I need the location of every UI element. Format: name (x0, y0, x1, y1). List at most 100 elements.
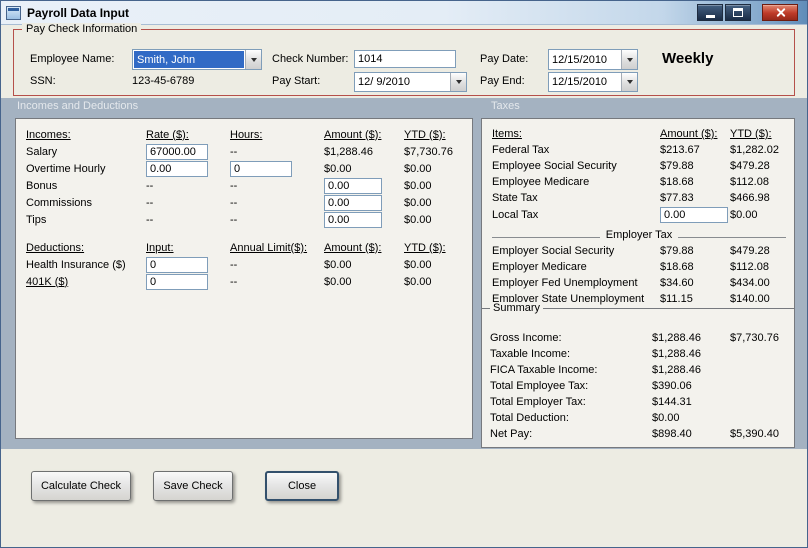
ytd-value: $0.00 (730, 209, 758, 221)
rate-value: -- (146, 179, 154, 192)
maximize-icon (733, 8, 743, 17)
minimize-button[interactable] (697, 4, 723, 21)
ytd-value: $466.98 (730, 192, 770, 204)
pay-date-label: Pay Date: (480, 53, 529, 65)
income-label: Tips (26, 213, 47, 226)
income-label: Commissions (26, 196, 93, 209)
limit-value: -- (230, 258, 238, 271)
limit-value: -- (230, 275, 238, 288)
ytd-value: $0.00 (404, 162, 432, 175)
bonus-amount-input[interactable] (324, 177, 382, 194)
income-label: Overtime Hourly (26, 162, 106, 175)
pay-end-picker[interactable]: 12/15/2010 (548, 72, 638, 92)
local-tax-input[interactable] (660, 207, 728, 223)
deduction-label: Health Insurance ($) (26, 258, 126, 271)
employee-name-value: Smith, John (134, 51, 244, 68)
input-col-header: Input: (146, 241, 174, 254)
employer-tax-label: Employer Tax (599, 229, 679, 241)
paycheck-info-group: Pay Check Information Employee Name: Smi… (13, 23, 795, 96)
hours-col-header: Hours: (230, 128, 263, 141)
overtime-hours-input[interactable] (230, 160, 292, 177)
summary-label-text: Taxable Income: (490, 348, 571, 360)
commissions-amount-input[interactable] (324, 194, 382, 211)
summary-label-text: Total Employee Tax: (490, 380, 589, 392)
tips-amount-input[interactable] (324, 211, 382, 228)
employee-name-combobox[interactable]: Smith, John (132, 49, 262, 70)
ytd-col-header: YTD ($): (404, 241, 446, 254)
save-check-button[interactable]: Save Check (153, 471, 233, 501)
close-form-button[interactable]: Close (265, 471, 339, 501)
tax-label: Employer Social Security (492, 245, 615, 257)
ytd-col-header: YTD ($): (730, 128, 772, 140)
tax-row-employee-medicare: Employee Medicare $18.68 $112.08 (492, 174, 794, 190)
dropdown-arrow-icon[interactable] (450, 73, 466, 91)
income-label: Salary (26, 145, 58, 158)
tax-label: Local Tax (492, 209, 539, 221)
ytd-value: $0.00 (404, 213, 432, 226)
close-icon (775, 7, 786, 18)
overtime-rate-input[interactable] (146, 160, 208, 177)
income-row-commissions: Commissions -- -- $0.00 (26, 194, 472, 211)
close-button[interactable] (762, 4, 798, 21)
salary-rate-input[interactable] (146, 143, 208, 160)
tax-label: Employee Medicare (492, 176, 590, 188)
amount-value: $34.60 (660, 277, 694, 289)
amount-value: $18.68 (660, 261, 694, 273)
ytd-value: $140.00 (730, 293, 770, 305)
ytd-value: $1,282.02 (730, 144, 779, 156)
amount-value: $213.67 (660, 144, 700, 156)
ytd-value: $7,730.76 (404, 145, 453, 158)
income-row-overtime: Overtime Hourly $0.00 $0.00 (26, 160, 472, 177)
ytd-value: $479.28 (730, 245, 770, 257)
ssn-label: SSN: (30, 75, 56, 87)
minimize-icon (705, 15, 715, 18)
dropdown-arrow-icon[interactable] (621, 73, 637, 91)
amount-value: $1,288.46 (652, 332, 701, 344)
window-controls (697, 4, 802, 21)
paycheck-group-label: Pay Check Information (22, 23, 142, 35)
incomes-header-row: Incomes: Rate ($): Hours: Amount ($): YT… (26, 126, 472, 143)
ytd-value: $434.00 (730, 277, 770, 289)
summary-row-fica: FICA Taxable Income: $1,288.46 (490, 362, 794, 378)
summary-label-text: Net Pay: (490, 428, 533, 440)
dropdown-arrow-icon[interactable] (621, 50, 637, 69)
summary-row-total-employee-tax: Total Employee Tax: $390.06 (490, 378, 794, 394)
hours-value: -- (230, 213, 238, 226)
amount-value: $1,288.46 (652, 348, 701, 360)
tax-label: Employer Fed Unemployment (492, 277, 638, 289)
tax-label: Employer Medicare (492, 261, 587, 273)
amount-value: $898.40 (652, 428, 692, 440)
titlebar[interactable]: Payroll Data Input (1, 1, 807, 25)
check-number-label: Check Number: (272, 53, 349, 65)
pay-date-picker[interactable]: 12/15/2010 (548, 49, 638, 70)
deductions-col-header: Deductions: (26, 241, 85, 254)
pay-start-picker[interactable]: 12/ 9/2010 (354, 72, 467, 92)
maximize-button[interactable] (725, 4, 751, 21)
tax-row-state: State Tax $77.83 $466.98 (492, 190, 794, 206)
health-insurance-input[interactable] (146, 256, 208, 273)
amount-value: $0.00 (324, 258, 352, 271)
app-icon (6, 5, 21, 20)
hours-value: -- (230, 179, 238, 192)
summary-row-total-deduction: Total Deduction: $0.00 (490, 410, 794, 426)
amount-value: $79.88 (660, 245, 694, 257)
rate-value: -- (146, 196, 154, 209)
pay-start-label: Pay Start: (272, 75, 321, 87)
tax-row-employer-fed-unemployment: Employer Fed Unemployment $34.60 $434.00 (492, 275, 794, 291)
ytd-value: $5,390.40 (730, 428, 779, 440)
ytd-value: $0.00 (404, 179, 432, 192)
amount-col-header: Amount ($): (324, 128, 382, 141)
income-row-tips: Tips -- -- $0.00 (26, 211, 472, 228)
payroll-window: Payroll Data Input Pay Check Information… (0, 0, 808, 548)
section-incomes-deductions-label: Incomes and Deductions (17, 100, 139, 112)
dropdown-arrow-icon[interactable] (245, 50, 261, 69)
window-title: Payroll Data Input (27, 5, 130, 20)
calculate-check-button[interactable]: Calculate Check (31, 471, 131, 501)
ytd-col-header: YTD ($): (404, 128, 446, 141)
amount-value: $0.00 (652, 412, 680, 424)
401k-input[interactable] (146, 273, 208, 290)
amount-col-header: Amount ($): (324, 241, 382, 254)
deduction-401k-link[interactable]: 401K ($) (26, 276, 68, 288)
employee-name-label: Employee Name: (30, 53, 115, 65)
check-number-input[interactable] (354, 50, 456, 68)
